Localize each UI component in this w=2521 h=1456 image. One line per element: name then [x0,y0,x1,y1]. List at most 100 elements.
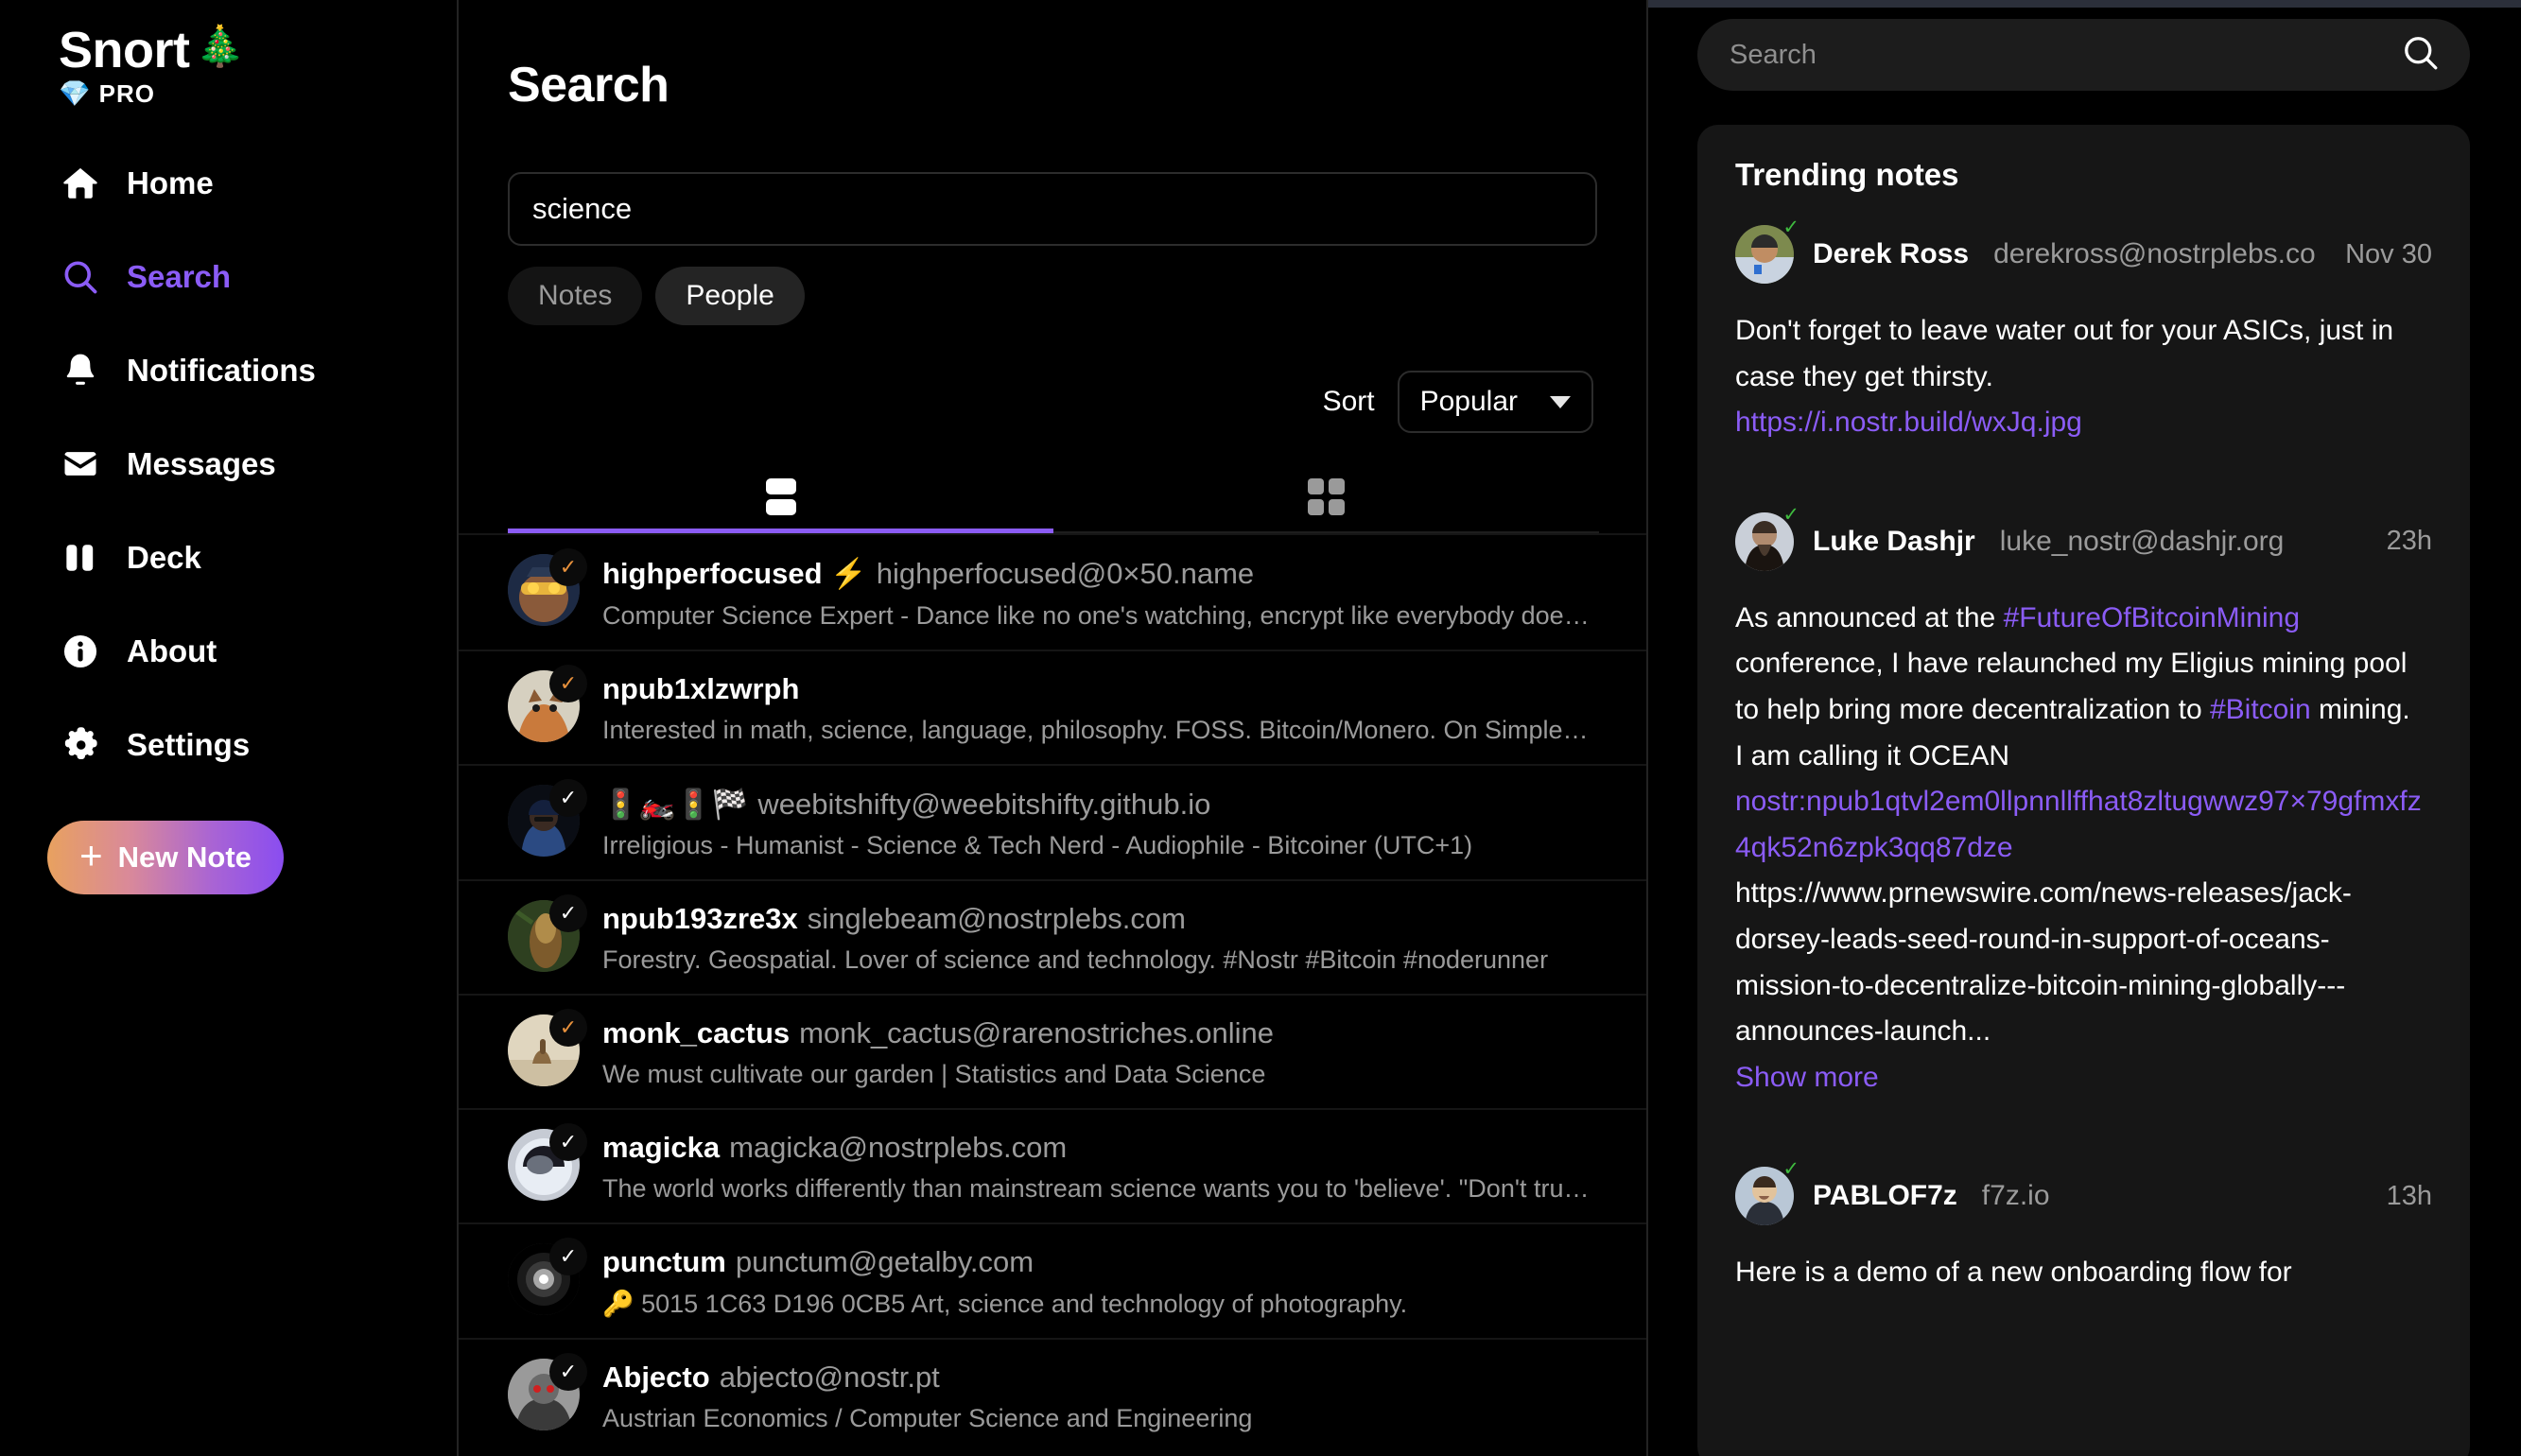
trending-notes-title: Trending notes [1735,157,1959,192]
gear-icon [59,723,102,767]
search-input[interactable] [532,192,1573,226]
bell-icon [59,349,102,392]
verified-badge-icon: ✓ [1782,1158,1799,1181]
main-column: Search Notes People Sort Popular [459,0,1648,1456]
trending-notes-card: Trending notes ✓ Derek Ross derekross@no… [1697,125,2470,1456]
note-timestamp: 13h [2386,1180,2432,1211]
sort-row: Sort Popular [508,371,1597,433]
avatar[interactable]: ✓ [1735,217,1799,284]
chevron-down-icon [1550,395,1571,408]
verified-badge-icon: ✓ [1782,503,1799,526]
avatar[interactable]: ✓ [508,1123,587,1201]
avatar[interactable]: ✓ [508,1238,587,1315]
avatar[interactable]: ✓ [508,779,587,857]
trending-note[interactable]: ✓ Derek Ross derekross@nostrplebs.com No… [1735,217,2432,471]
note-link[interactable]: https://i.nostr.build/wxJq.jpg [1735,407,2082,438]
sidebar-item-about[interactable]: About [0,620,457,683]
note-text: I am calling it OCEAN [1735,739,2010,771]
sort-select[interactable]: Popular [1397,371,1593,433]
result-name: monk_cactus [602,1016,791,1049]
tab-grid-view[interactable] [1053,461,1599,531]
sidebar-item-settings[interactable]: Settings [0,714,457,776]
list-item[interactable]: ✓ monk_cactus monk_cactus@rarenostriches… [459,994,1646,1108]
sidebar-item-label: Notifications [127,353,316,388]
app-root: Snort 🎄 💎 PRO Home Search Notifications … [0,0,2521,1456]
gem-icon: 💎 [59,79,91,108]
right-search-wrapper[interactable] [1697,19,2470,91]
pill-label: People [686,280,774,311]
tab-list-view[interactable] [508,461,1053,533]
avatar[interactable]: ✓ [508,665,587,742]
trending-note[interactable]: ✓ Luke Dashjr luke_nostr@dashjr.org 23h … [1735,505,2432,1126]
verified-badge-icon: ✓ [549,548,587,586]
info-icon [59,630,102,673]
result-name: highperfocused ⚡ [602,557,867,590]
note-hashtag-link[interactable]: #Bitcoin [2210,694,2311,725]
sidebar-item-label: Messages [127,446,276,481]
search-icon[interactable] [2400,32,2442,78]
list-item[interactable]: ✓ npub193zre3x singlebeam@nostrplebs.com… [459,879,1646,994]
verified-badge-icon: ✓ [549,665,587,702]
brand-pro-label: PRO [98,79,155,108]
avatar[interactable]: ✓ [508,548,587,626]
result-nip05: weebitshifty@weebitshifty.github.io [757,788,1211,821]
result-about: 🔑 5015 1C63 D196 0CB5 Art, science and t… [602,1290,1408,1318]
right-search-input[interactable] [1730,39,2336,71]
verified-badge-icon: ✓ [549,1123,587,1161]
search-filter-pills: Notes People [508,267,1597,325]
envelope-icon [59,442,102,486]
avatar[interactable]: ✓ [508,1009,587,1086]
search-input-wrapper[interactable] [508,172,1597,246]
result-about: We must cultivate our garden | Statistic… [602,1060,1266,1088]
list-item[interactable]: ✓ highperfocused ⚡ highperfocused@0×50.n… [459,533,1646,650]
list-item[interactable]: ✓ Abjecto abjecto@nostr.pt Austrian Econ… [459,1338,1646,1452]
note-author-nip05: luke_nostr@dashjr.org [1999,525,2285,557]
result-nip05: abjecto@nostr.pt [719,1361,940,1394]
verified-badge-icon: ✓ [1782,217,1799,238]
note-author-name: Derek Ross [1813,238,1970,269]
verified-badge-icon: ✓ [549,894,587,932]
sidebar-item-notifications[interactable]: Notifications [0,339,457,402]
note-author-nip05: derekross@nostrplebs.com [1993,238,2318,269]
avatar[interactable]: ✓ [1735,1159,1799,1226]
new-note-button[interactable]: + New Note [47,821,284,894]
plus-icon: + [79,833,103,877]
note-timestamp: 23h [2386,526,2432,557]
note-mention-link[interactable]: nostr:npub1qtvl2em0llpnnllffhat8zltugwwz… [1735,786,2422,863]
sidebar-item-messages[interactable]: Messages [0,433,457,495]
avatar[interactable]: ✓ [508,1353,587,1430]
result-nip05: monk_cactus@rarenostriches.online [799,1016,1275,1049]
note-hashtag-link[interactable]: #FutureOfBitcoinMining [2004,602,2300,633]
list-item[interactable]: ✓ punctum punctum@getalby.com 🔑 5015 1C6… [459,1222,1646,1338]
brand-logo[interactable]: Snort 🎄 💎 PRO [0,25,457,109]
note-body: As announced at the #FutureOfBitcoinMini… [1735,596,2432,1101]
deck-icon [59,536,102,580]
list-item[interactable]: ✓ magicka magicka@nostrplebs.com The wor… [459,1108,1646,1222]
trending-note[interactable]: ✓ PABLOF7z f7z.io 13h Here is a demo of … [1735,1159,2432,1321]
list-view-icon [765,477,796,515]
pill-label: Notes [538,280,613,311]
result-about: Interested in math, science, language, p… [602,716,1597,744]
verified-badge-icon: ✓ [549,1353,587,1391]
note-text: Don't forget to leave water out for your… [1735,315,2394,392]
pill-people[interactable]: People [655,267,805,325]
avatar[interactable]: ✓ [508,894,587,972]
note-body: Don't forget to leave water out for your… [1735,308,2432,446]
show-more-button[interactable]: Show more [1735,1062,1879,1093]
result-nip05: punctum@getalby.com [735,1245,1034,1278]
result-nip05: magicka@nostrplebs.com [729,1131,1068,1164]
result-nip05: singlebeam@nostrplebs.com [807,902,1186,935]
sidebar-item-deck[interactable]: Deck [0,527,457,589]
avatar[interactable]: ✓ [1735,505,1799,571]
list-item[interactable]: ✓ 🚦🏍️🚦🏁 weebitshifty@weebitshifty.github… [459,764,1646,879]
list-item[interactable]: ✓ npub1xlzwrph Interested in math, scien… [459,650,1646,764]
result-name: punctum [602,1245,726,1278]
result-about: The world works differently than mainstr… [602,1174,1597,1203]
sidebar-nav: Home Search Notifications Messages Deck … [0,152,457,807]
sidebar-item-home[interactable]: Home [0,152,457,215]
note-body: Here is a demo of a new onboarding flow … [1735,1257,2292,1289]
result-name: npub193zre3x [602,902,798,935]
page-title: Search [508,58,669,113]
sidebar-item-search[interactable]: Search [0,246,457,308]
pill-notes[interactable]: Notes [508,267,643,325]
